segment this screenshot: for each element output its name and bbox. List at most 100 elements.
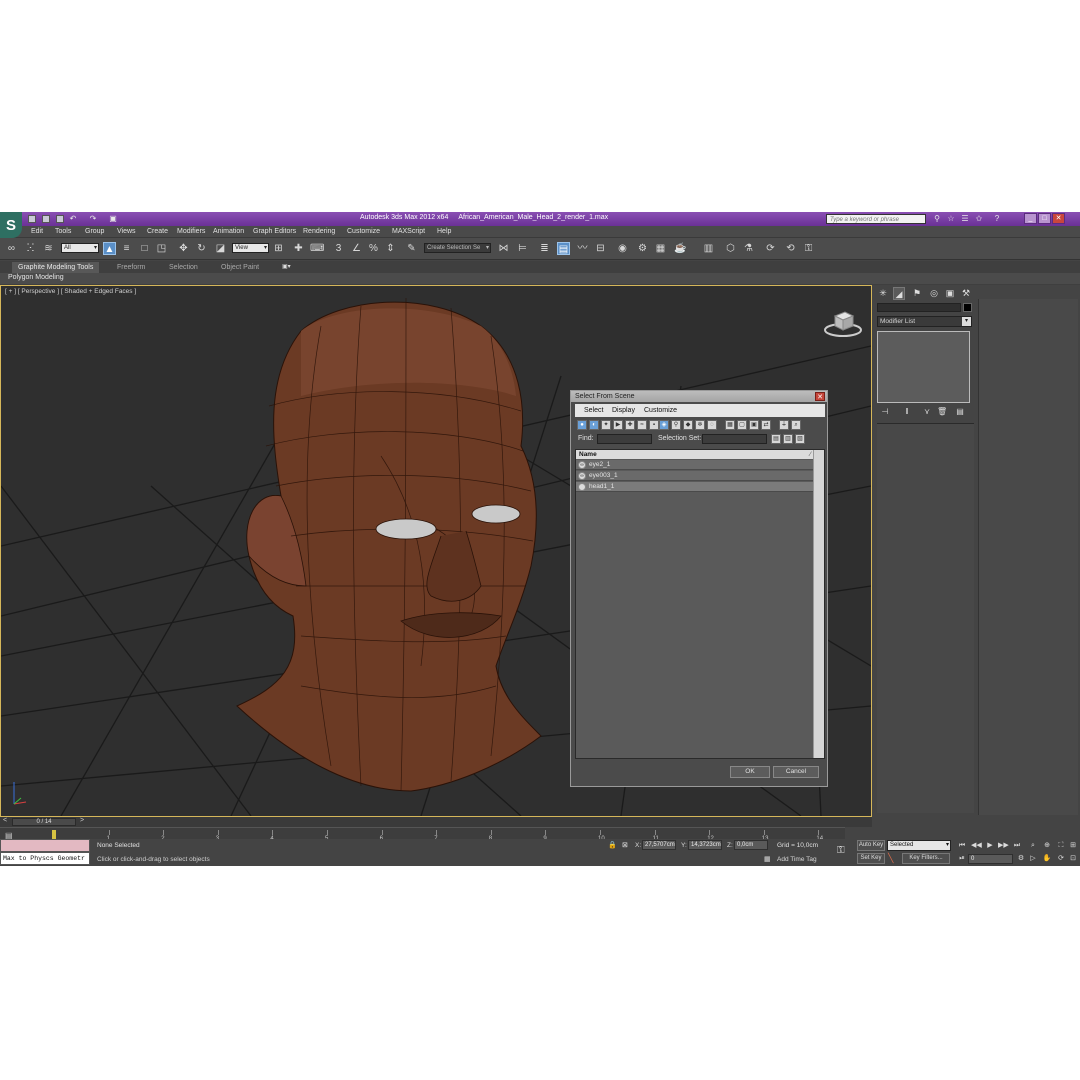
unlink-icon[interactable]: ⵘ	[24, 242, 37, 255]
selection-lock-icon[interactable]: 🔒	[608, 841, 617, 849]
favorites-icon[interactable]: ✩	[974, 214, 984, 224]
display-containers-icon[interactable]: ◆	[683, 420, 693, 430]
pivot-center-icon[interactable]: ⊞	[272, 242, 285, 255]
y-coordinate-field[interactable]: 14,3723cm	[688, 840, 722, 850]
time-slider[interactable]: 0 / 14	[12, 818, 76, 826]
display-lights-icon[interactable]: ✦	[601, 420, 611, 430]
key-mode-toggle-icon[interactable]: ⏯	[957, 854, 967, 864]
display-helpers-icon[interactable]: ✚	[625, 420, 635, 430]
render-production-icon[interactable]: ☕	[674, 242, 687, 255]
name-column-header[interactable]: Name ⁄	[576, 450, 814, 459]
configure-sets-icon[interactable]: ▤	[955, 407, 965, 418]
selection-set-remove-icon[interactable]: ▧	[795, 434, 805, 444]
auto-key-button[interactable]: Auto Key	[857, 840, 885, 851]
ok-button[interactable]: OK	[730, 766, 770, 778]
menu-group[interactable]: Group	[85, 228, 104, 235]
menu-animation[interactable]: Animation	[213, 228, 244, 235]
rotate-icon[interactable]: ↻	[195, 242, 208, 255]
menu-customize[interactable]: Customize	[347, 228, 380, 235]
material-editor-icon[interactable]: ◉	[616, 242, 629, 255]
modifier-stack[interactable]	[877, 331, 970, 403]
display-space-warps-icon[interactable]: ≈	[637, 420, 647, 430]
current-frame-field[interactable]: 0	[968, 854, 1013, 864]
make-unique-icon[interactable]: ⋎	[922, 407, 932, 418]
time-tag-icon[interactable]: ▦	[764, 855, 771, 863]
create-tab-icon[interactable]: ✳	[877, 287, 889, 300]
align-icon[interactable]: ⊨	[516, 242, 529, 255]
utilities-tab-icon[interactable]: ⚒	[960, 287, 972, 300]
next-frame-icon[interactable]: ▶▶	[998, 841, 1009, 851]
named-selection-dropdown[interactable]: Create Selection Se	[424, 243, 491, 253]
menu-create[interactable]: Create	[147, 228, 168, 235]
tab-object-paint[interactable]: Object Paint	[215, 262, 265, 273]
dialog-menu-select[interactable]: Select	[584, 407, 603, 414]
move-icon[interactable]: ✥	[177, 242, 190, 255]
cloth-icon[interactable]: ⬡	[724, 242, 737, 255]
display-hidden-icon[interactable]: ◌	[707, 420, 717, 430]
play-icon[interactable]: ▶	[985, 841, 995, 851]
sync-selection-icon[interactable]: ⇄	[761, 420, 771, 430]
cancel-button[interactable]: Cancel	[773, 766, 819, 778]
display-xrefs-icon[interactable]: ◈	[659, 420, 669, 430]
curve-editor-icon[interactable]: 〰	[576, 242, 589, 255]
menu-rendering[interactable]: Rendering	[303, 228, 335, 235]
menu-edit[interactable]: Edit	[31, 228, 43, 235]
menu-tools[interactable]: Tools	[55, 228, 71, 235]
layer-manager-icon[interactable]: ≣	[538, 242, 551, 255]
reference-coordinate-dropdown[interactable]: View	[232, 243, 269, 253]
snaps-toggle-icon[interactable]: 3	[332, 242, 345, 255]
zoom-extents-icon[interactable]: ⛶	[1056, 841, 1066, 851]
selection-set-dropdown[interactable]	[702, 434, 767, 444]
time-configuration-icon[interactable]: ⚙	[1016, 854, 1026, 864]
undo-icon[interactable]: ↶	[68, 214, 78, 224]
maxscript-listener-output[interactable]	[0, 839, 90, 852]
angle-snap-icon[interactable]: ∠	[350, 242, 363, 255]
maxscript-mini-listener[interactable]: Max to Physcs Geometr	[0, 852, 90, 865]
redo-icon[interactable]: ↷	[88, 214, 98, 224]
list-item[interactable]: ∞ eye003_1	[576, 471, 814, 481]
app-logo[interactable]: S	[0, 212, 22, 238]
orbit-icon[interactable]: ⟳	[1056, 854, 1066, 864]
maximize-viewport-icon[interactable]: ⊡	[1068, 854, 1078, 864]
tab-freeform[interactable]: Freeform	[111, 262, 151, 273]
polygon-modeling-panel[interactable]: Polygon Modeling	[8, 274, 64, 281]
set-key-button[interactable]: Set Key	[857, 853, 885, 864]
graphite-toggle-icon[interactable]: ▤	[557, 242, 570, 255]
dialog-title[interactable]: Select From Scene	[571, 391, 827, 402]
zoom-extents-all-icon[interactable]: ⊞	[1068, 841, 1078, 851]
zoom-icon[interactable]: ⌕	[1028, 841, 1038, 851]
close-button[interactable]: ✕	[1052, 213, 1065, 224]
minimize-button[interactable]: _	[1024, 213, 1037, 224]
time-prev-arrow-icon[interactable]: <	[3, 817, 7, 824]
percent-snap-icon[interactable]: %	[367, 242, 380, 255]
remove-modifier-icon[interactable]: 🗑	[937, 407, 947, 418]
modifier-list-dropdown[interactable]: Modifier List ▾	[877, 316, 972, 327]
rendered-frame-icon[interactable]: ▦	[654, 242, 667, 255]
window-crossing-icon[interactable]: ◳	[155, 242, 168, 255]
new-file-icon[interactable]	[28, 215, 36, 223]
viewport-label[interactable]: [ + ] [ Perspective ] [ Shaded + Edged F…	[5, 288, 136, 295]
field-of-view-icon[interactable]: ▷	[1028, 854, 1038, 864]
add-time-tag[interactable]: Add Time Tag	[777, 856, 817, 863]
previous-frame-icon[interactable]: ◀◀	[971, 841, 982, 851]
tab-graphite-modeling-tools[interactable]: Graphite Modeling Tools	[12, 262, 100, 273]
ribbon-minimize-icon[interactable]: ▣▾	[282, 263, 292, 271]
scale-icon[interactable]: ◪	[214, 242, 227, 255]
time-next-arrow-icon[interactable]: >	[80, 817, 84, 824]
filter-icon[interactable]: ⏚	[779, 420, 789, 430]
key-filters-button[interactable]: Key Filters...	[902, 853, 950, 864]
selection-set-add-icon[interactable]: ▥	[783, 434, 793, 444]
display-tab-icon[interactable]: ▣	[944, 287, 956, 300]
display-geometry-icon[interactable]: ●	[577, 420, 587, 430]
menu-help[interactable]: Help	[437, 228, 451, 235]
display-all-icon[interactable]: ▦	[725, 420, 735, 430]
display-groups-icon[interactable]: ▪	[649, 420, 659, 430]
link-icon[interactable]: ∞	[5, 242, 18, 255]
scene-object-list[interactable]: Name ⁄ ∞ eye2_1 ∞ eye003_1 head1_1	[575, 449, 825, 759]
show-end-result-icon[interactable]: ‖	[902, 407, 912, 418]
display-cameras-icon[interactable]: ▶	[613, 420, 623, 430]
z-coordinate-field[interactable]: 0,0cm	[734, 840, 768, 850]
subscription-icon[interactable]: ☆	[946, 214, 956, 224]
simulate-play-icon[interactable]: ⟳	[764, 242, 777, 255]
selection-filter-dropdown[interactable]: All	[61, 243, 99, 253]
